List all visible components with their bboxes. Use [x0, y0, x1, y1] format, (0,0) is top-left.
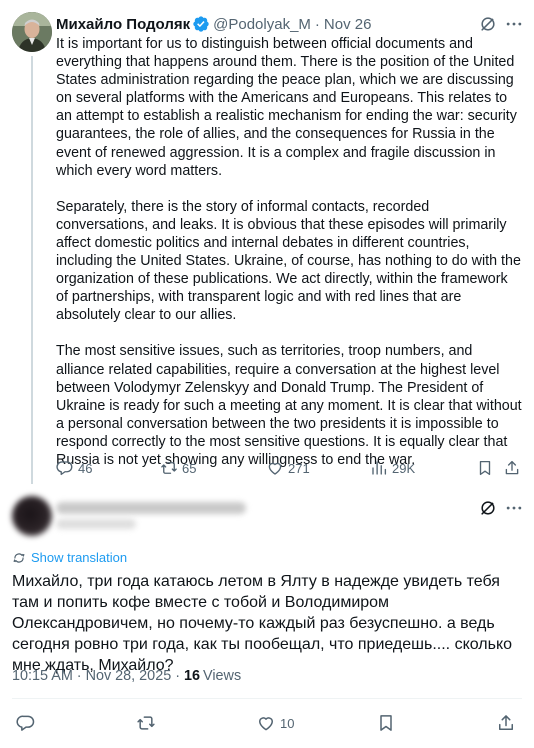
- grok-icon[interactable]: [478, 498, 498, 518]
- repost-button[interactable]: 65: [160, 458, 196, 478]
- bookmark-icon: [479, 460, 491, 476]
- reply-button[interactable]: [16, 712, 40, 734]
- reply-timestamp[interactable]: 10:15 AM · Nov 28, 2025 ·: [12, 668, 180, 684]
- reply-header: [0, 484, 534, 546]
- views-chart-icon: [372, 461, 387, 475]
- show-translation-link[interactable]: Show translation: [12, 550, 127, 565]
- reply-author-name-blurred: [56, 502, 246, 514]
- reply-views-count: 16: [184, 668, 201, 684]
- bookmark-icon: [380, 715, 392, 731]
- reply-views-label: Views: [203, 668, 242, 684]
- more-icon[interactable]: [504, 14, 524, 34]
- tweet-header: Михайло Подоляк @Podolyak_M · Nov 26: [56, 14, 371, 34]
- main-tweet: Михайло Подоляк @Podolyak_M · Nov 26 It …: [0, 0, 534, 484]
- tweet-paragraph: It is important for us to distinguish be…: [56, 36, 517, 179]
- reply-button[interactable]: 46: [56, 458, 92, 478]
- heart-icon: [268, 462, 282, 475]
- author-name[interactable]: Михайло Подоляк: [56, 16, 190, 33]
- like-count: 10: [280, 715, 295, 731]
- avatar-photo: [12, 12, 52, 52]
- reply-icon: [56, 461, 73, 476]
- tweet-text: It is important for us to distinguish be…: [56, 35, 522, 469]
- repost-icon: [137, 716, 155, 730]
- thread-connector-line: [31, 56, 33, 484]
- repost-count: 65: [182, 460, 197, 476]
- show-translation-label: Show translation: [31, 550, 128, 565]
- views-button[interactable]: 29K: [370, 458, 415, 478]
- like-button[interactable]: 10: [256, 712, 294, 734]
- bookmark-button[interactable]: [376, 712, 400, 734]
- header-separator: ·: [314, 15, 320, 33]
- repost-icon: [161, 462, 177, 474]
- views-count: 29K: [392, 460, 416, 476]
- translate-icon: [13, 552, 25, 563]
- more-icon[interactable]: [504, 498, 524, 518]
- verified-badge-icon: [193, 16, 209, 32]
- like-count: 271: [288, 460, 310, 476]
- share-icon: [499, 715, 513, 730]
- grok-icon[interactable]: [478, 14, 498, 34]
- reply-author-handle-blurred: [56, 519, 136, 529]
- reply-text: Михайло, три года катаюсь летом в Ялту в…: [12, 573, 513, 674]
- repost-button[interactable]: [136, 712, 160, 734]
- heart-icon: [259, 717, 273, 731]
- reply-author-avatar-blurred[interactable]: [12, 496, 52, 536]
- reply-actions-bar: 10: [12, 712, 522, 734]
- share-icon: [505, 460, 519, 475]
- author-handle[interactable]: @Podolyak_M: [213, 16, 311, 33]
- author-avatar[interactable]: [12, 12, 52, 52]
- like-button[interactable]: 271: [266, 458, 310, 478]
- tweet-date[interactable]: Nov 26: [324, 16, 372, 33]
- tweet-paragraph: The most sensitive issues, such as terri…: [56, 343, 522, 468]
- share-button[interactable]: [496, 712, 520, 734]
- tweet-actions-bar: 46 65 271 29K: [56, 458, 522, 478]
- reply-meta: 10:15 AM · Nov 28, 2025 · 16 Views: [12, 668, 241, 684]
- reply-count: 46: [78, 460, 93, 476]
- divider: [12, 698, 522, 699]
- share-button[interactable]: [503, 458, 525, 478]
- bookmark-button[interactable]: [476, 458, 498, 478]
- tweet-paragraph: Separately, there is the story of inform…: [56, 198, 521, 324]
- reply-icon: [16, 715, 35, 731]
